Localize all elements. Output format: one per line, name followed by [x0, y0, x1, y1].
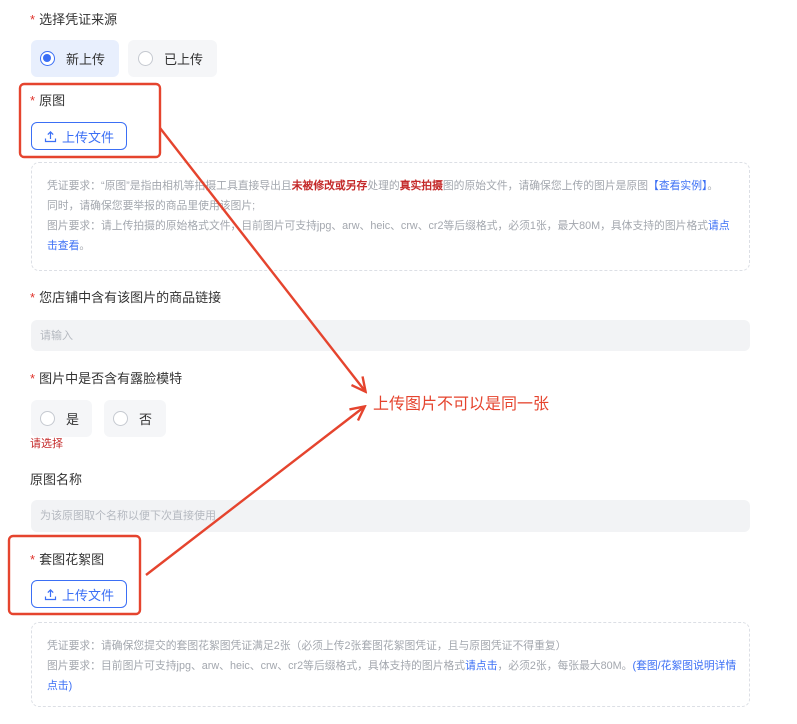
notice-line: 凭证要求：请确保您提交的套图花絮图凭证满足2张（必须上传2张套图花絮图凭证，且与…	[47, 640, 567, 652]
radio-yes[interactable]: 是	[31, 400, 92, 437]
product-link-label-text: 您店铺中含有该图片的商品链接	[39, 290, 222, 305]
upload-icon	[44, 130, 57, 143]
required-mark: *	[30, 371, 36, 386]
required-mark: *	[30, 93, 36, 108]
notice-text: 。	[79, 240, 91, 252]
notice-line: 凭证要求：“原图”是指由相机等拍摄工具直接导出且未被修改或另存处理的真实拍摄图的…	[47, 176, 739, 196]
original-name-label: 原图名称	[30, 471, 82, 489]
annotation-overlay	[7, 82, 797, 616]
flower-upload-button[interactable]: 上传文件	[31, 580, 127, 608]
notice-text: 凭证要求：“原图”是指由相机等拍摄工具直接导出且	[47, 180, 292, 192]
notice-emphasis: 真实拍摄	[399, 180, 443, 192]
source-label: * 选择凭证来源	[30, 11, 117, 29]
notice-emphasis: 未被修改或另存	[291, 180, 368, 192]
flower-notice: 凭证要求：请确保您提交的套图花絮图凭证满足2张（必须上传2张套图花絮图凭证，且与…	[31, 622, 750, 707]
view-formats-link[interactable]: 请点击	[465, 660, 497, 672]
view-example-link[interactable]: 【查看实例】	[648, 180, 707, 192]
radio-circle[interactable]	[113, 411, 128, 426]
flower-label: * 套图花絮图	[30, 551, 104, 569]
upload-icon	[44, 588, 57, 601]
original-notice: 凭证要求：“原图”是指由相机等拍摄工具直接导出且未被修改或另存处理的真实拍摄图的…	[31, 162, 750, 271]
annotation-text: 上传图片不可以是同一张	[373, 396, 550, 413]
radio-label: 否	[139, 412, 153, 427]
upload-label: 上传文件	[61, 129, 114, 145]
required-mark: *	[30, 552, 36, 567]
upload-label: 上传文件	[61, 587, 114, 603]
face-model-error: 请选择	[30, 438, 63, 450]
notice-line: 图片要求：目前图片可支持jpg、arw、heic、crw、cr2等后缀格式，具体…	[47, 656, 739, 696]
original-label-text: 原图	[39, 93, 66, 108]
radio-label: 是	[66, 412, 80, 427]
radio-new-upload[interactable]: 新上传	[31, 40, 119, 77]
original-name-input[interactable]	[31, 500, 750, 532]
original-name-label-text: 原图名称	[30, 472, 83, 487]
required-mark: *	[30, 12, 36, 27]
original-label: * 原图	[30, 92, 65, 110]
notice-line: 同时，请确保您要举报的商品里使用该图片;	[47, 200, 256, 212]
notice-text: ，必须2张，每张最大80M。	[497, 660, 633, 672]
annotation-arrow-flower	[145, 407, 364, 576]
radio-label: 新上传	[66, 52, 106, 67]
notice-text: 处理的	[367, 180, 400, 192]
radio-no[interactable]: 否	[104, 400, 166, 437]
notice-line: 图片要求：请上传拍摄的原始格式文件，目前图片可支持jpg、arw、heic、cr…	[47, 216, 739, 256]
face-model-label: * 图片中是否含有露脸模特	[30, 370, 182, 388]
source-label-text: 选择凭证来源	[39, 12, 118, 27]
notice-text: 图片要求：请上传拍摄的原始格式文件，目前图片可支持jpg、arw、heic、cr…	[47, 220, 709, 232]
notice-text: 。	[707, 180, 719, 192]
radio-uploaded[interactable]: 已上传	[128, 40, 217, 77]
required-mark: *	[30, 290, 36, 305]
face-model-label-text: 图片中是否含有露脸模特	[39, 371, 183, 386]
original-upload-button[interactable]: 上传文件	[31, 122, 127, 150]
notice-text: 图片要求：目前图片可支持jpg、arw、heic、crw、cr2等后缀格式，具体…	[47, 660, 466, 672]
flower-label-text: 套图花絮图	[39, 552, 105, 567]
radio-circle[interactable]	[138, 51, 153, 66]
notice-text: 图的原始文件，请确保您上传的图片是原图	[442, 180, 649, 192]
radio-circle[interactable]	[40, 51, 55, 66]
product-link-input[interactable]	[31, 320, 750, 351]
radio-label: 已上传	[164, 52, 204, 67]
product-link-label: * 您店铺中含有该图片的商品链接	[30, 289, 221, 307]
radio-circle[interactable]	[40, 411, 55, 426]
